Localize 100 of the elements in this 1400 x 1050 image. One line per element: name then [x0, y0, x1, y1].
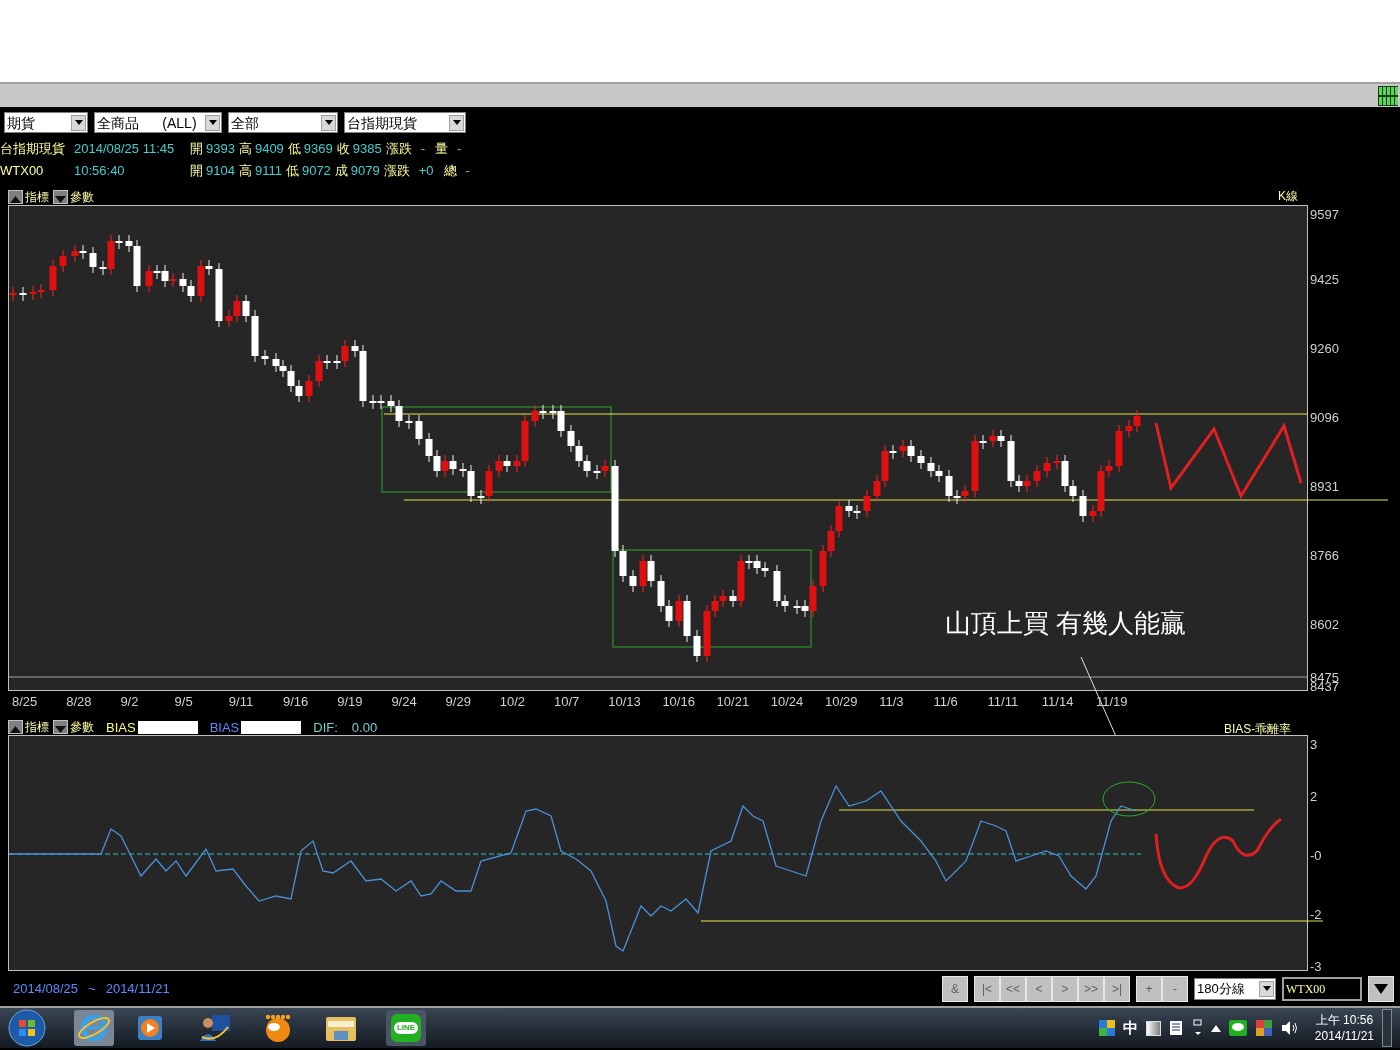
ime-indicator[interactable]: 中 [1122, 1016, 1138, 1040]
media-player-icon[interactable] [136, 1014, 164, 1042]
date-axis-label: 10/29 [825, 695, 858, 708]
price-axis-label: 9096 [1310, 411, 1339, 424]
show-desktop-button[interactable] [1382, 1009, 1392, 1047]
nav-button[interactable]: - [1162, 975, 1188, 1002]
indicator-toggle[interactable]: 參數 [53, 190, 94, 204]
person-monitor-icon[interactable] [198, 1013, 232, 1043]
quote-value: - [456, 140, 463, 159]
candlestick [89, 246, 97, 274]
candlestick [415, 414, 423, 446]
filter-dropdown[interactable]: 台指期現貨 [344, 112, 466, 133]
quote-label: 量 [435, 140, 449, 159]
filter-dropdown[interactable]: 全部 [228, 112, 338, 133]
quote-label: 漲跌 [385, 140, 412, 159]
quote-label: 漲跌 [383, 162, 410, 181]
indicator-toggle[interactable]: 參數 [53, 720, 94, 734]
legend-swatch [137, 721, 198, 734]
bias-axis-label: -0 [1310, 849, 1322, 862]
nav-button[interactable]: > [1052, 975, 1078, 1002]
nav-button[interactable]: << [1000, 975, 1026, 1002]
document-icon[interactable] [1168, 1020, 1185, 1036]
quote-value: 9369 [303, 140, 333, 159]
nav-button[interactable]: >| [1104, 975, 1130, 1002]
filter-dropdown[interactable]: 全商品 (ALL) [94, 112, 222, 133]
quote-time: 10:56:40 [74, 162, 126, 181]
candlestick [1115, 424, 1123, 473]
quote-name: WTX00 [0, 162, 45, 181]
filter-dropdown[interactable]: 期貨 [4, 112, 88, 133]
half-width-icon[interactable] [1145, 1020, 1161, 1036]
candlestick [9, 286, 17, 302]
bar-grid-icon[interactable] [1378, 85, 1398, 106]
quote-value: +0 [417, 162, 435, 181]
quote-label: 開 [190, 140, 203, 159]
indicator-toggle[interactable]: 指標 [8, 720, 49, 734]
bias-axis-label: -3 [1310, 960, 1322, 973]
date-axis-label: 11/3 [879, 695, 904, 708]
dropdown-arrow-button[interactable] [1368, 975, 1394, 1002]
candlestick [1043, 456, 1051, 478]
date-range-separator: ~ [88, 979, 96, 998]
legend-swatch [241, 721, 302, 734]
nav-button[interactable]: < [1026, 975, 1052, 1002]
symbol-field[interactable]: WTX00 [1282, 976, 1362, 1001]
date-range-end: 2014/11/21 [105, 979, 170, 998]
quote-value: 9072 [301, 162, 331, 181]
nav-button[interactable]: & [942, 975, 968, 1002]
date-axis-label: 10/2 [499, 695, 526, 708]
indicator-toggle[interactable]: 指標 [8, 190, 49, 204]
date-axis-label: 8/25 [12, 695, 38, 708]
date-axis-label: 8/28 [66, 695, 92, 708]
candlestick [215, 262, 223, 328]
date-axis-label: 9/19 [337, 695, 363, 708]
antivirus-icon[interactable] [1254, 1019, 1273, 1037]
date-axis-label: 10/7 [554, 695, 580, 708]
candlestick [693, 629, 701, 663]
highlight-circle [1102, 781, 1156, 817]
price-axis-label: 8766 [1310, 549, 1339, 562]
candlestick [629, 569, 637, 593]
nav-button[interactable]: |< [974, 975, 1000, 1002]
date-axis-label: 10/13 [608, 695, 641, 708]
price-axis-label: 8931 [1310, 480, 1339, 493]
quote-value: - [419, 140, 427, 159]
date-axis-label: 9/11 [228, 695, 254, 708]
quote-label: 高 [238, 140, 252, 159]
bias-axis-label: 3 [1310, 738, 1318, 751]
date-axis-label: 11/6 [933, 695, 958, 708]
chat-bubble-icon[interactable] [1228, 1020, 1247, 1036]
show-hidden-icons[interactable] [1210, 1024, 1221, 1032]
down-triangle-icon [1374, 983, 1388, 994]
date-axis-label: 11/11 [987, 695, 1019, 708]
start-orb-icon[interactable] [8, 1009, 46, 1047]
date-axis-label: 10/16 [662, 695, 695, 708]
candlestick [1033, 464, 1041, 488]
candlestick [49, 259, 57, 297]
quote-value: 9104 [206, 162, 235, 181]
price-axis-label: 8602 [1310, 618, 1339, 631]
date-axis-label: 9/2 [120, 695, 139, 708]
dif-value: 0.00 [351, 721, 378, 734]
price-axis-label: 9597 [1310, 208, 1339, 221]
legend-label: BIAS [209, 721, 240, 734]
quote-label: 總 [443, 162, 457, 181]
input-method-icon[interactable] [1098, 1020, 1115, 1036]
date-axis-label: 10/21 [716, 695, 750, 708]
quote-time: 2014/08/25 11:45 [74, 140, 176, 159]
quote-label: 收 [336, 140, 350, 159]
date-range-start: 2014/08/25 [13, 979, 79, 998]
date-axis-label: 9/24 [391, 695, 417, 708]
volume-icon[interactable] [1280, 1020, 1299, 1036]
quote-value: 9393 [206, 140, 235, 159]
nav-button[interactable]: >> [1078, 975, 1104, 1002]
clock-date[interactable]: 2014/11/21 [1314, 1028, 1374, 1044]
date-axis-label: 9/5 [174, 695, 193, 708]
candlestick [405, 414, 413, 430]
period-dropdown[interactable]: 180分線 [1194, 977, 1276, 1000]
clock-time[interactable]: 上午 10:56 [1315, 1012, 1374, 1028]
quote-value: - [464, 162, 471, 181]
quote-value: 9111 [254, 162, 282, 181]
window-icon[interactable] [1192, 1019, 1203, 1037]
candlestick [1079, 489, 1087, 523]
quote-label: 低 [285, 162, 299, 181]
